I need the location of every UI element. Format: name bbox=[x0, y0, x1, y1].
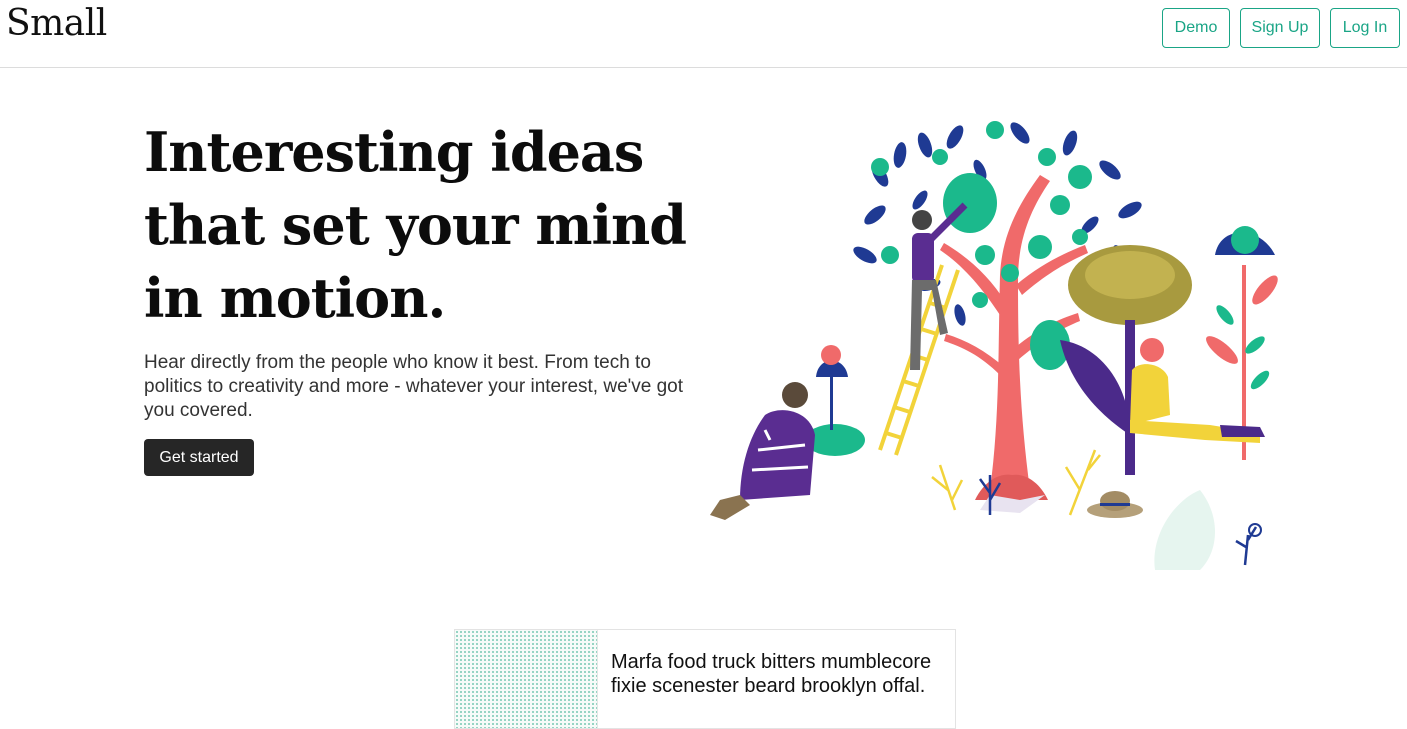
story-card[interactable]: Marfa food truck bitters mumblecore fixi… bbox=[454, 629, 956, 729]
brand-logo[interactable]: Small bbox=[6, 2, 107, 46]
hero-subtitle: Hear directly from the people who know i… bbox=[144, 352, 684, 421]
hero-title: Interesting ideas that set your mind in … bbox=[144, 120, 687, 330]
get-started-button[interactable]: Get started bbox=[144, 439, 254, 476]
story-title[interactable]: Marfa food truck bitters mumblecore fixi… bbox=[611, 650, 941, 698]
demo-button[interactable]: Demo bbox=[1162, 8, 1230, 48]
top-navigation-bar: Small Demo Sign Up Log In bbox=[0, 0, 1407, 68]
hero-illustration bbox=[710, 121, 1278, 570]
sign-up-button[interactable]: Sign Up bbox=[1240, 8, 1320, 48]
story-thumbnail bbox=[455, 630, 598, 728]
log-in-button[interactable]: Log In bbox=[1330, 8, 1400, 48]
